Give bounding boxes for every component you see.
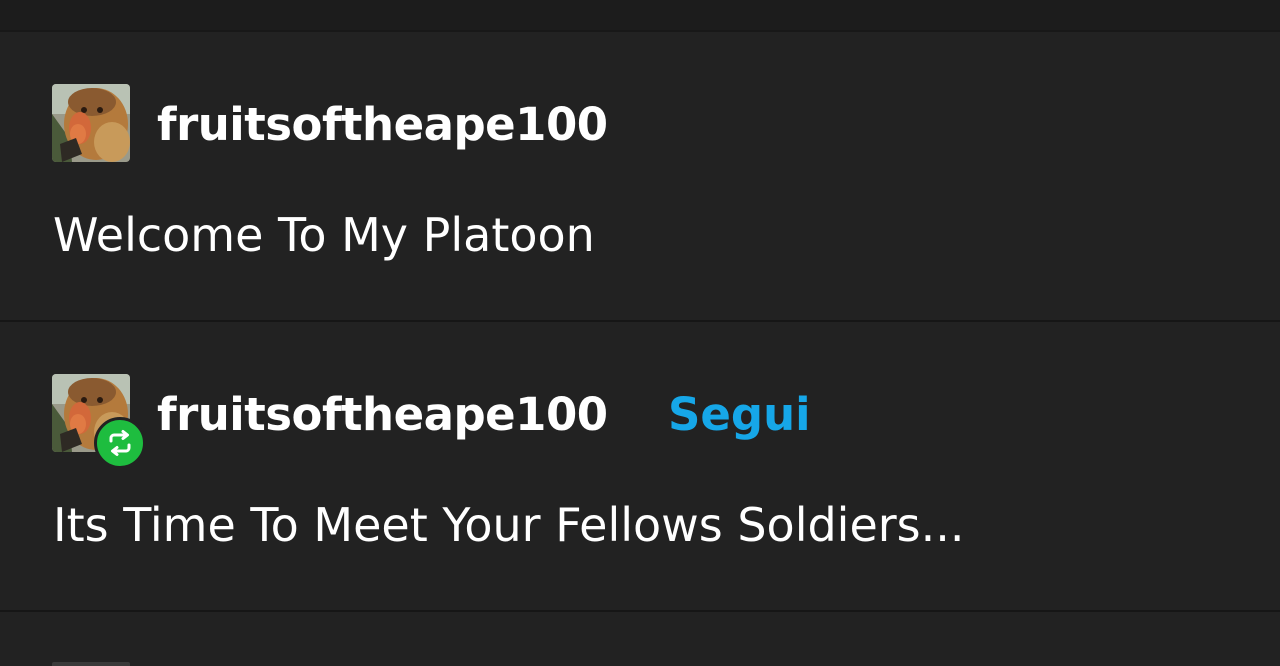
post-username[interactable]: fruitsoftheape100 <box>157 392 608 437</box>
follow-button[interactable]: Segui <box>668 392 811 437</box>
dashboard-feed: fruitsoftheape100 Welcome To My Platoon <box>0 0 1280 666</box>
post-card <box>0 612 1280 666</box>
post-body-text: Its Time To Meet Your Fellows Soldiers..… <box>53 498 965 552</box>
avatar[interactable] <box>52 662 130 666</box>
post-card: fruitsoftheape100 Welcome To My Platoon <box>0 32 1280 322</box>
post-body-text: Welcome To My Platoon <box>53 208 595 262</box>
previous-post-edge <box>0 0 1280 32</box>
post-card: fruitsoftheape100 Segui Its Time To Meet… <box>0 322 1280 612</box>
avatar[interactable] <box>52 84 130 162</box>
proboscis-monkey-avatar-icon <box>52 84 130 162</box>
avatar[interactable] <box>52 374 146 469</box>
post-username[interactable]: fruitsoftheape100 <box>157 102 608 147</box>
reblog-badge <box>94 417 146 469</box>
reblog-icon <box>109 430 131 456</box>
